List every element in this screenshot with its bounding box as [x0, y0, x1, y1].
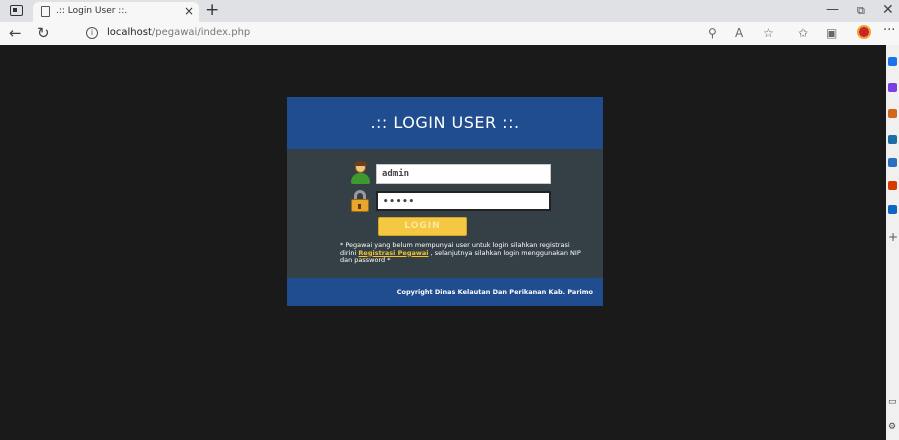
- puzzle-icon[interactable]: ⚲: [708, 26, 717, 40]
- browser-toolbar: ← ↻ i localhost/pegawai/index.php ⚲ A ☆ …: [0, 22, 899, 45]
- sidebar-add-icon[interactable]: +: [888, 231, 898, 243]
- restore-button[interactable]: ⧉: [857, 3, 865, 19]
- sparkle-icon[interactable]: [888, 83, 897, 92]
- login-header: .:: LOGIN USER ::.: [287, 97, 603, 149]
- login-panel: .:: LOGIN USER ::. admin ••••• LOGIN * P…: [287, 97, 603, 306]
- login-title: .:: LOGIN USER ::.: [370, 113, 520, 132]
- browser-tab[interactable]: .:: Login User ::. ×: [33, 2, 199, 22]
- more-icon[interactable]: ···: [883, 24, 895, 38]
- tab-title: .:: Login User ::.: [56, 6, 128, 16]
- url-path: /pegawai/index.php: [151, 27, 251, 38]
- collections-icon[interactable]: ▣: [826, 26, 837, 40]
- sidebar-layout-icon[interactable]: ▭: [888, 397, 897, 407]
- registration-info: * Pegawai yang belum mempunyai user untu…: [340, 241, 585, 265]
- search-icon[interactable]: [888, 57, 897, 66]
- tab-close-icon[interactable]: ×: [184, 4, 194, 18]
- office-icon[interactable]: [888, 181, 897, 190]
- favorite-icon[interactable]: ☆: [763, 26, 774, 40]
- page-content: .:: LOGIN USER ::. admin ••••• LOGIN * P…: [0, 45, 886, 440]
- profile-icon[interactable]: [857, 25, 871, 39]
- page-icon: [41, 6, 50, 17]
- copyright-text: Copyright Dinas Kelautan Dan Perikanan K…: [396, 288, 593, 296]
- lock-icon: [350, 190, 370, 212]
- tab-actions-icon[interactable]: [10, 5, 23, 16]
- new-tab-button[interactable]: +: [205, 1, 219, 19]
- username-input[interactable]: admin: [376, 164, 551, 184]
- outlook-icon[interactable]: [888, 205, 897, 214]
- edge-sidebar: + ▭ ⚙: [886, 45, 899, 440]
- address-bar[interactable]: localhost/pegawai/index.php: [107, 27, 250, 38]
- reload-icon[interactable]: ↻: [37, 23, 50, 43]
- minimize-button[interactable]: —: [826, 2, 839, 18]
- read-aloud-icon[interactable]: A: [735, 26, 743, 40]
- close-window-button[interactable]: ✕: [882, 1, 894, 19]
- site-info-icon[interactable]: i: [86, 27, 98, 39]
- tab-strip: .:: Login User ::. × + — ⧉ ✕: [0, 0, 899, 22]
- favorites-icon[interactable]: ✩: [798, 26, 808, 40]
- login-button[interactable]: LOGIN: [378, 217, 467, 236]
- people-icon[interactable]: [888, 158, 897, 167]
- sidebar-settings-icon[interactable]: ⚙: [888, 422, 896, 432]
- login-footer: Copyright Dinas Kelautan Dan Perikanan K…: [287, 278, 603, 306]
- back-icon[interactable]: ←: [9, 23, 22, 43]
- user-icon: [350, 161, 370, 184]
- tools-icon[interactable]: [888, 135, 897, 144]
- password-input[interactable]: •••••: [376, 191, 551, 211]
- url-host: localhost: [107, 27, 152, 38]
- shopping-icon[interactable]: [888, 109, 897, 118]
